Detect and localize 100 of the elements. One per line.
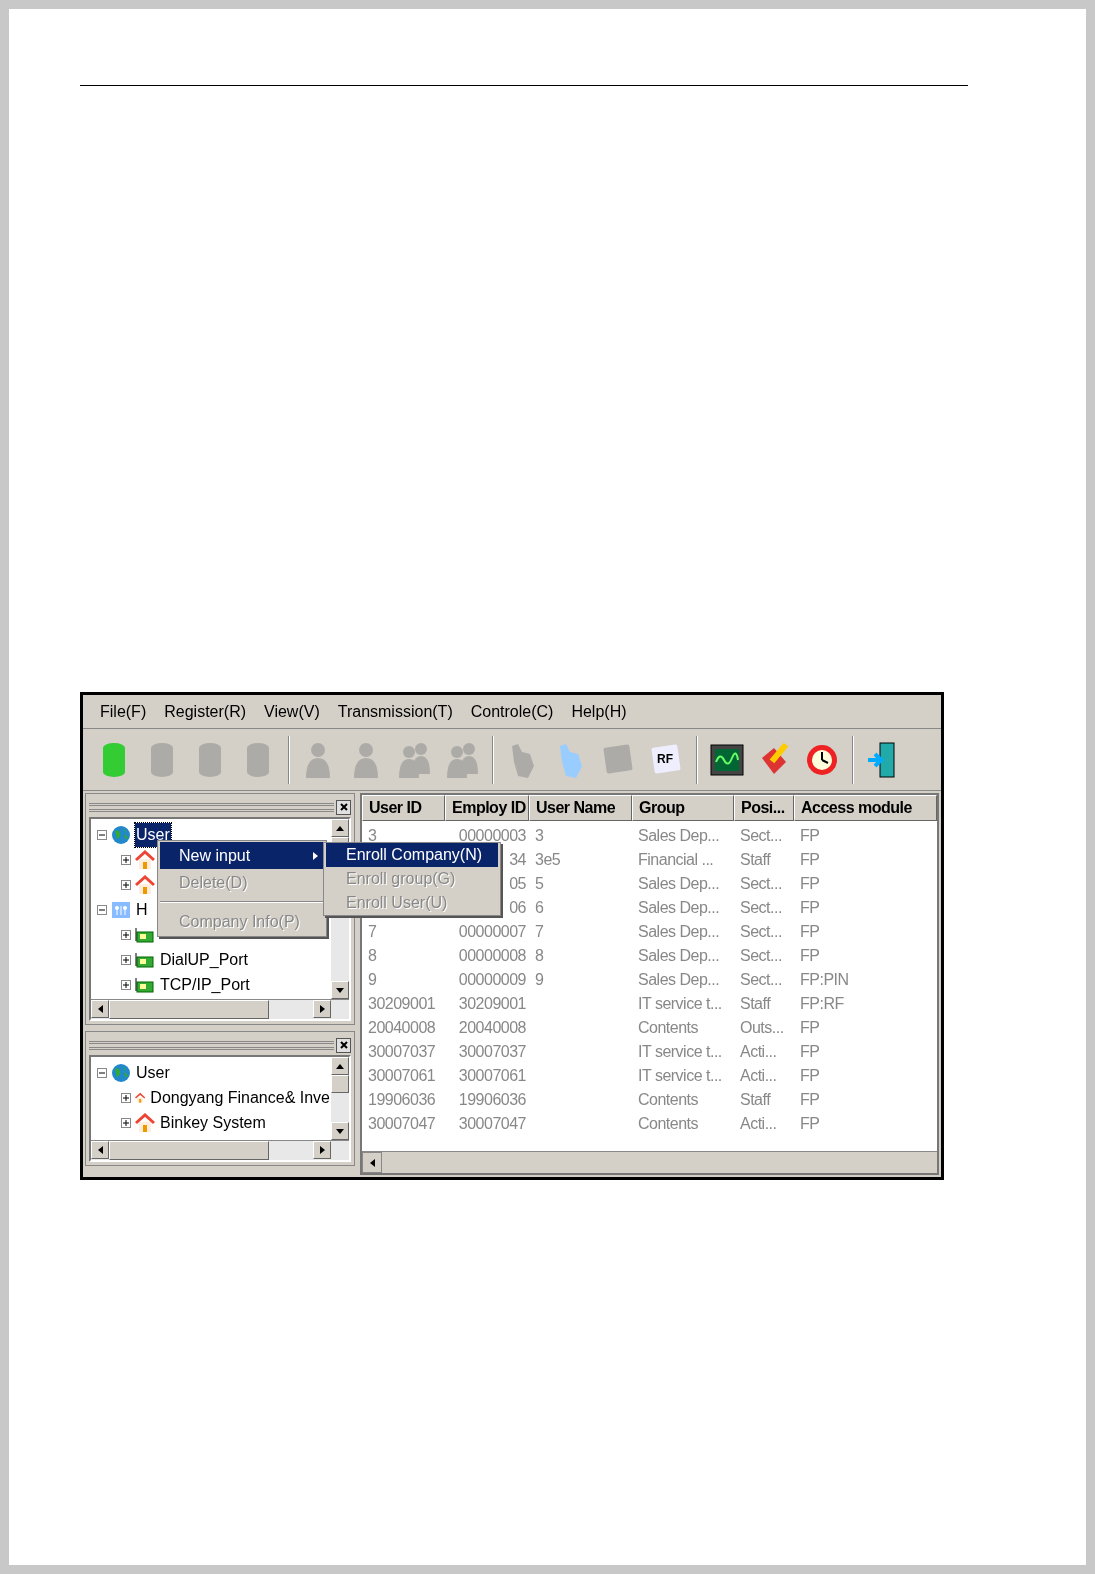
scroll-thumb[interactable] xyxy=(331,1075,349,1093)
table-cell-text: FP:RF xyxy=(800,994,844,1014)
table-cell-text: 30007037 xyxy=(458,1042,526,1062)
table-cell-text: FP xyxy=(800,1066,820,1086)
scroll-right-button[interactable] xyxy=(313,1000,331,1018)
scroll-left-button[interactable] xyxy=(362,1152,382,1173)
table-cell-text: Staff xyxy=(740,1090,771,1110)
toolbar-button[interactable]: RF xyxy=(643,734,691,785)
menu-item[interactable]: View(V) xyxy=(255,699,329,724)
table-cell-text: Acti... xyxy=(740,1066,777,1086)
table-cell-text: Sect... xyxy=(740,874,782,894)
collapse-toggle[interactable] xyxy=(97,904,107,915)
table-cell-text: 00000008 xyxy=(458,946,526,966)
left-arrow-icon xyxy=(97,1146,103,1154)
menu-item[interactable]: Register(R) xyxy=(155,699,255,724)
expand-toggle[interactable] xyxy=(121,979,131,990)
table-cell-text: 30209001 xyxy=(458,994,526,1014)
table-cell-text: 7 xyxy=(535,922,544,942)
tree-item[interactable]: TCP/IP_Port xyxy=(159,972,251,997)
table-cell-text: Sales Dep... xyxy=(638,922,720,942)
table-cell-text: 20040008 xyxy=(458,1018,526,1038)
menu-item[interactable]: Transmission(T) xyxy=(328,699,462,724)
expand-toggle[interactable] xyxy=(121,1117,131,1128)
scroll-up-button[interactable] xyxy=(331,1057,349,1075)
column-header[interactable]: User ID xyxy=(362,795,445,821)
down-arrow-icon xyxy=(336,987,344,993)
table-cell-text: 30007047 xyxy=(458,1114,526,1134)
table-cell-text: 5 xyxy=(535,874,544,894)
left-arrow-icon xyxy=(97,1005,103,1013)
tree-item[interactable]: Binkey System xyxy=(159,1110,267,1135)
table-cell-text: Acti... xyxy=(740,1114,777,1134)
table-cell-text: 34 xyxy=(509,850,526,870)
expand-toggle[interactable] xyxy=(121,954,131,965)
tree-item[interactable]: DialUP_Port xyxy=(159,947,250,972)
plus-icon xyxy=(123,1119,129,1126)
table-cell-text: Sect... xyxy=(740,946,782,966)
table-cell-text: 6 xyxy=(535,898,544,918)
minus-icon xyxy=(99,1069,105,1076)
table-cell-text: 7 xyxy=(368,922,377,942)
menu-item[interactable]: New input xyxy=(160,842,324,869)
menu-item[interactable]: Controle(C) xyxy=(461,699,563,724)
scroll-right-button[interactable] xyxy=(313,1141,331,1159)
close-button[interactable] xyxy=(336,799,351,815)
column-header[interactable]: Access module xyxy=(794,795,937,821)
close-button[interactable] xyxy=(336,1037,351,1053)
collapse-toggle[interactable] xyxy=(97,829,107,840)
table-cell-text: Contents xyxy=(638,1114,699,1134)
scroll-thumb[interactable] xyxy=(109,1000,269,1019)
table-cell-text: 30007061 xyxy=(458,1066,526,1086)
tree-item[interactable]: User xyxy=(135,822,171,847)
table-cell-text: 00000009 xyxy=(458,970,526,990)
column-header[interactable]: User Name xyxy=(529,795,632,821)
scroll-down-button[interactable] xyxy=(331,981,349,999)
table-cell-text: 19906036 xyxy=(368,1090,436,1110)
table-cell-text: FP xyxy=(800,874,820,894)
table-cell-text: IT service t... xyxy=(638,1042,722,1062)
table-cell-text: Sales Dep... xyxy=(638,898,720,918)
minus-icon xyxy=(99,831,105,838)
menu-item[interactable]: Help(H) xyxy=(562,699,636,724)
left-arrow-icon xyxy=(369,1158,375,1167)
table-cell-text: 30007037 xyxy=(368,1042,436,1062)
globe-icon xyxy=(111,1062,131,1083)
menu-item[interactable]: Enroll Company(N) xyxy=(326,843,498,867)
scroll-down-button[interactable] xyxy=(331,1122,349,1140)
up-arrow-icon xyxy=(336,1063,344,1069)
tree-item[interactable]: Dongyang Finance& Inve xyxy=(149,1085,331,1110)
table-cell-text: 8 xyxy=(535,946,544,966)
table-cell-text: FP xyxy=(800,850,820,870)
tree-item[interactable]: User xyxy=(135,1060,171,1085)
column-header[interactable]: Employ ID xyxy=(445,795,529,821)
expand-toggle[interactable] xyxy=(121,929,131,940)
plus-icon xyxy=(123,931,129,938)
right-arrow-icon xyxy=(319,1005,325,1013)
collapse-toggle[interactable] xyxy=(97,1067,107,1078)
table-cell-text: FP:PIN xyxy=(800,970,849,990)
table-cell-text: FP xyxy=(800,1018,820,1038)
table-cell-text: Sect... xyxy=(740,970,782,990)
table-cell-text: Sect... xyxy=(740,826,782,846)
table-cell-text: 9 xyxy=(368,970,377,990)
tree-item[interactable]: H xyxy=(135,897,149,922)
table-cell-text: 3 xyxy=(368,826,377,846)
menu-item[interactable]: File(F) xyxy=(91,699,156,724)
expand-toggle[interactable] xyxy=(121,854,131,865)
column-header[interactable]: Group xyxy=(632,795,734,821)
table-cell-text: Sales Dep... xyxy=(638,826,720,846)
table-cell-text: 20040008 xyxy=(368,1018,436,1038)
table-cell-text: 30209001 xyxy=(368,994,436,1014)
house-icon xyxy=(135,1112,155,1133)
table-cell-text: 3 xyxy=(535,826,544,846)
expand-toggle[interactable] xyxy=(121,1092,131,1103)
table-cell-text: Staff xyxy=(740,994,771,1014)
expand-toggle[interactable] xyxy=(121,879,131,890)
scroll-up-button[interactable] xyxy=(331,819,349,837)
scroll-thumb[interactable] xyxy=(109,1141,269,1160)
plus-icon xyxy=(123,981,129,988)
table-cell-text: Sales Dep... xyxy=(638,970,720,990)
table-cell-text: Financial ... xyxy=(638,850,714,870)
column-header[interactable]: Posi... xyxy=(734,795,794,821)
table-cell-text: FP xyxy=(800,946,820,966)
table-cell-text: 9 xyxy=(535,970,544,990)
